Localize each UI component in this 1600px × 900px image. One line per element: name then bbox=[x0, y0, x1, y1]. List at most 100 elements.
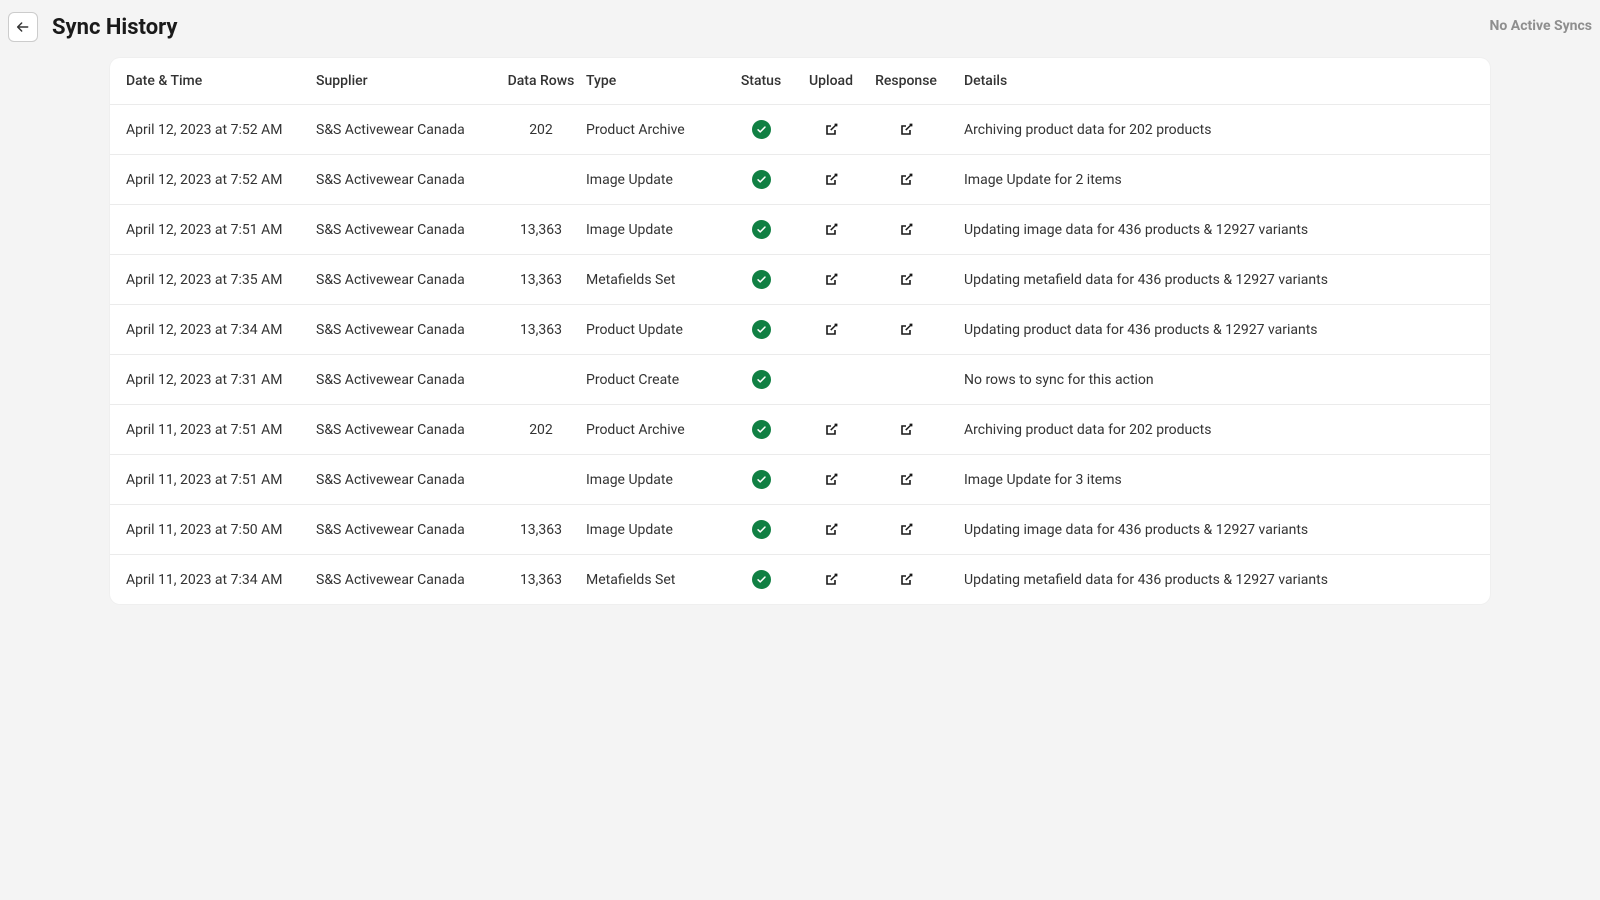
external-link-icon bbox=[823, 222, 839, 238]
upload-link[interactable] bbox=[823, 472, 839, 488]
table-row: April 11, 2023 at 7:51 AM S&S Activewear… bbox=[110, 455, 1490, 505]
col-header-response: Response bbox=[866, 73, 946, 89]
cell-supplier: S&S Activewear Canada bbox=[316, 522, 496, 538]
external-link-icon bbox=[823, 272, 839, 288]
checkmark-circle-icon bbox=[752, 220, 771, 239]
checkmark-circle-icon bbox=[752, 470, 771, 489]
external-link-icon bbox=[823, 422, 839, 438]
cell-datetime: April 11, 2023 at 7:51 AM bbox=[126, 422, 316, 438]
cell-details: Updating metafield data for 436 products… bbox=[946, 272, 1474, 288]
back-button[interactable] bbox=[8, 12, 38, 42]
cell-datetime: April 11, 2023 at 7:51 AM bbox=[126, 472, 316, 488]
cell-datetime: April 11, 2023 at 7:34 AM bbox=[126, 572, 316, 588]
cell-supplier: S&S Activewear Canada bbox=[316, 322, 496, 338]
cell-upload bbox=[796, 171, 866, 187]
upload-link[interactable] bbox=[823, 272, 839, 288]
response-link[interactable] bbox=[898, 522, 914, 538]
col-header-datarows: Data Rows bbox=[496, 73, 586, 89]
external-link-icon bbox=[823, 172, 839, 188]
cell-datetime: April 12, 2023 at 7:51 AM bbox=[126, 222, 316, 238]
upload-link[interactable] bbox=[823, 572, 839, 588]
upload-link[interactable] bbox=[823, 422, 839, 438]
upload-link[interactable] bbox=[823, 122, 839, 138]
cell-datetime: April 12, 2023 at 7:52 AM bbox=[126, 172, 316, 188]
checkmark-circle-icon bbox=[752, 120, 771, 139]
response-link[interactable] bbox=[898, 272, 914, 288]
cell-type: Image Update bbox=[586, 172, 726, 188]
cell-upload bbox=[796, 321, 866, 337]
cell-details: Archiving product data for 202 products bbox=[946, 422, 1474, 438]
external-link-icon bbox=[823, 522, 839, 538]
cell-datarows: 13,363 bbox=[496, 322, 586, 338]
table-row: April 12, 2023 at 7:52 AM S&S Activewear… bbox=[110, 155, 1490, 205]
page-header: Sync History No Active Syncs bbox=[0, 0, 1600, 52]
cell-response bbox=[866, 221, 946, 237]
external-link-icon bbox=[898, 472, 914, 488]
table-row: April 11, 2023 at 7:51 AM S&S Activewear… bbox=[110, 405, 1490, 455]
external-link-icon bbox=[823, 322, 839, 338]
cell-status bbox=[726, 370, 796, 389]
col-header-status: Status bbox=[726, 73, 796, 89]
cell-upload bbox=[796, 521, 866, 537]
cell-status bbox=[726, 420, 796, 439]
response-link[interactable] bbox=[898, 222, 914, 238]
cell-upload bbox=[796, 571, 866, 587]
checkmark-circle-icon bbox=[752, 370, 771, 389]
cell-datarows: 13,363 bbox=[496, 222, 586, 238]
response-link[interactable] bbox=[898, 172, 914, 188]
external-link-icon bbox=[823, 472, 839, 488]
upload-link[interactable] bbox=[823, 172, 839, 188]
cell-upload bbox=[796, 471, 866, 487]
response-link[interactable] bbox=[898, 572, 914, 588]
cell-response bbox=[866, 271, 946, 287]
col-header-datetime: Date & Time bbox=[126, 73, 316, 89]
cell-details: Image Update for 3 items bbox=[946, 472, 1474, 488]
cell-datetime: April 11, 2023 at 7:50 AM bbox=[126, 522, 316, 538]
response-link[interactable] bbox=[898, 422, 914, 438]
cell-type: Product Archive bbox=[586, 122, 726, 138]
cell-response bbox=[866, 171, 946, 187]
cell-status bbox=[726, 470, 796, 489]
external-link-icon bbox=[898, 572, 914, 588]
cell-supplier: S&S Activewear Canada bbox=[316, 472, 496, 488]
cell-supplier: S&S Activewear Canada bbox=[316, 572, 496, 588]
col-header-supplier: Supplier bbox=[316, 73, 496, 89]
cell-upload bbox=[796, 121, 866, 137]
external-link-icon bbox=[823, 572, 839, 588]
cell-status bbox=[726, 570, 796, 589]
external-link-icon bbox=[898, 172, 914, 188]
active-syncs-status: No Active Syncs bbox=[1490, 18, 1592, 34]
response-link[interactable] bbox=[898, 322, 914, 338]
cell-details: Updating image data for 436 products & 1… bbox=[946, 522, 1474, 538]
cell-status bbox=[726, 170, 796, 189]
cell-response bbox=[866, 121, 946, 137]
cell-details: Updating image data for 436 products & 1… bbox=[946, 222, 1474, 238]
col-header-upload: Upload bbox=[796, 73, 866, 89]
cell-type: Product Archive bbox=[586, 422, 726, 438]
checkmark-circle-icon bbox=[752, 420, 771, 439]
cell-status bbox=[726, 120, 796, 139]
checkmark-circle-icon bbox=[752, 170, 771, 189]
response-link[interactable] bbox=[898, 472, 914, 488]
response-link[interactable] bbox=[898, 122, 914, 138]
external-link-icon bbox=[898, 122, 914, 138]
upload-link[interactable] bbox=[823, 222, 839, 238]
cell-details: Updating product data for 436 products &… bbox=[946, 322, 1474, 338]
external-link-icon bbox=[898, 322, 914, 338]
upload-link[interactable] bbox=[823, 322, 839, 338]
table-row: April 12, 2023 at 7:52 AM S&S Activewear… bbox=[110, 105, 1490, 155]
external-link-icon bbox=[898, 222, 914, 238]
table-row: April 12, 2023 at 7:35 AM S&S Activewear… bbox=[110, 255, 1490, 305]
table-row: April 12, 2023 at 7:31 AM S&S Activewear… bbox=[110, 355, 1490, 405]
cell-status bbox=[726, 270, 796, 289]
cell-type: Image Update bbox=[586, 522, 726, 538]
cell-datarows: 13,363 bbox=[496, 272, 586, 288]
cell-upload bbox=[796, 421, 866, 437]
table-row: April 11, 2023 at 7:34 AM S&S Activewear… bbox=[110, 555, 1490, 604]
upload-link[interactable] bbox=[823, 522, 839, 538]
cell-datarows: 13,363 bbox=[496, 572, 586, 588]
cell-type: Product Update bbox=[586, 322, 726, 338]
external-link-icon bbox=[898, 522, 914, 538]
cell-datarows: 13,363 bbox=[496, 522, 586, 538]
cell-supplier: S&S Activewear Canada bbox=[316, 122, 496, 138]
